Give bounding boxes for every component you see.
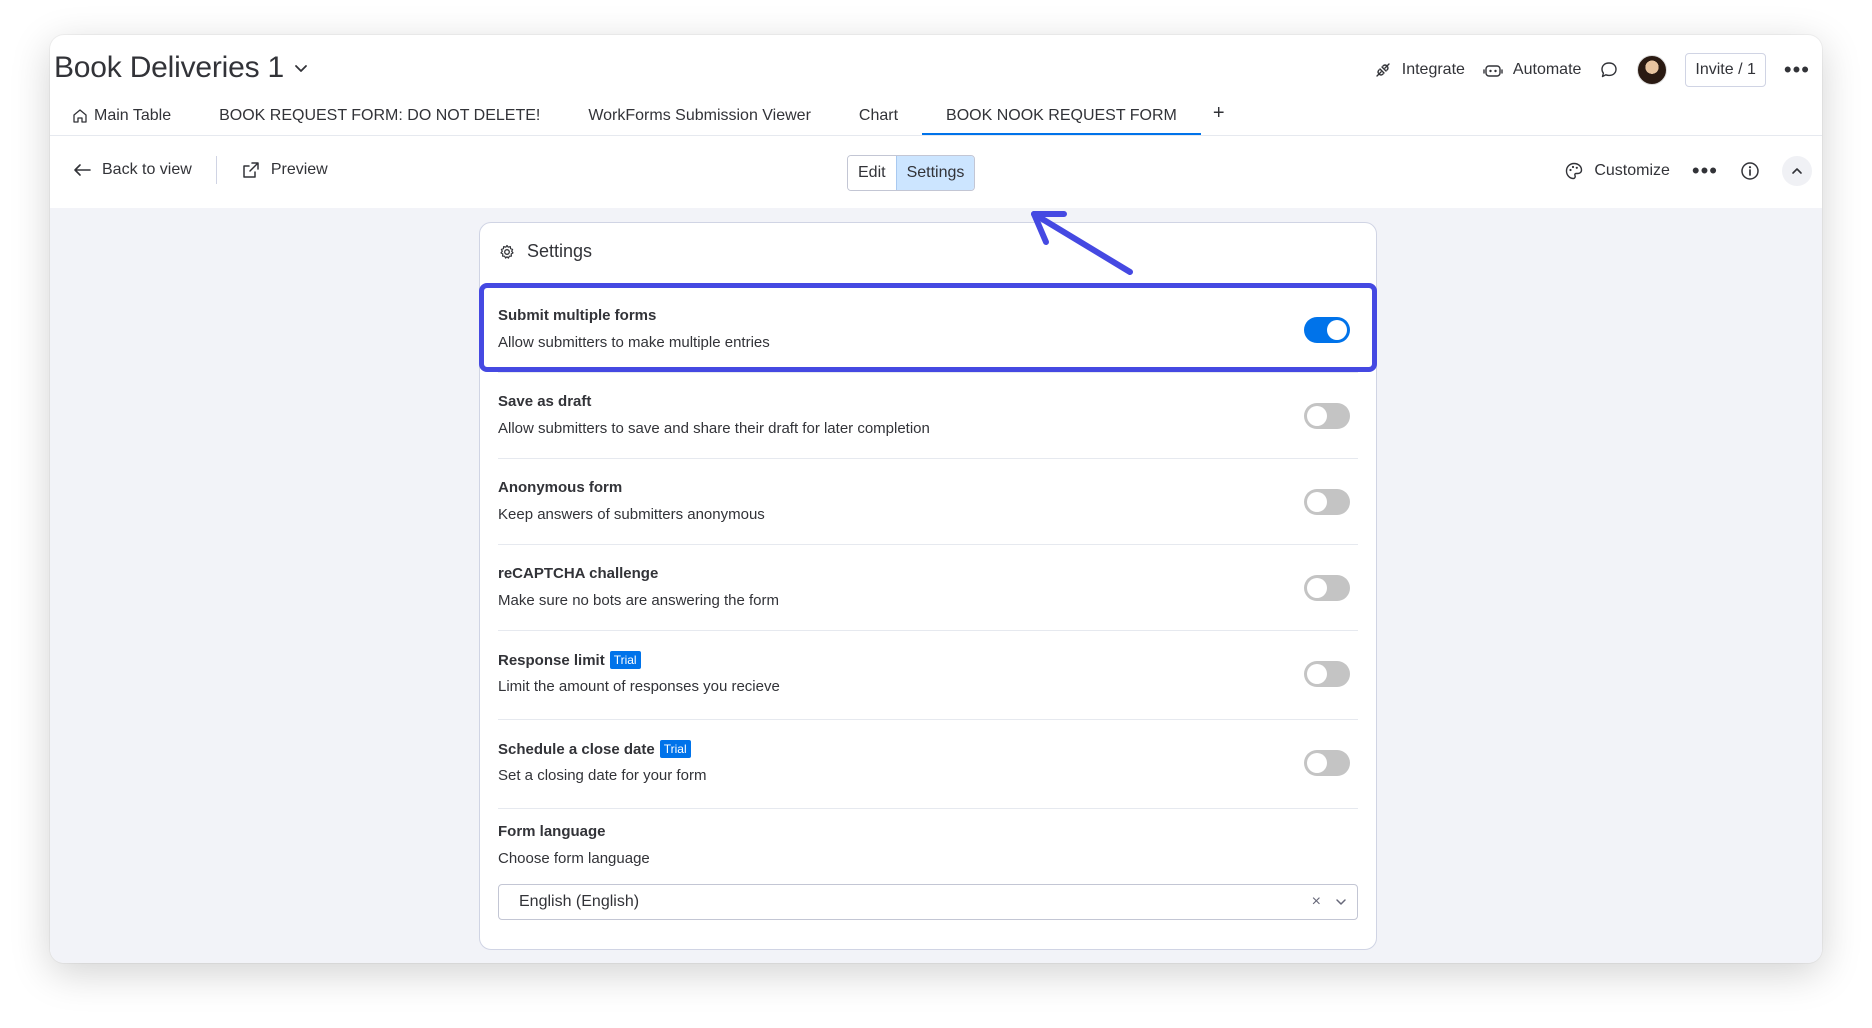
setting-description: Choose form language bbox=[498, 850, 650, 867]
chevron-down-icon[interactable] bbox=[1335, 896, 1347, 908]
tab-label: Main Table bbox=[94, 107, 172, 124]
schedule-close-date-toggle[interactable] bbox=[1304, 750, 1350, 776]
clear-icon[interactable]: × bbox=[1312, 893, 1321, 911]
toolbar-left: Back to view Preview bbox=[60, 156, 340, 184]
trial-badge: Trial bbox=[659, 740, 691, 758]
chevron-up-icon bbox=[1792, 168, 1802, 174]
automate-label: Automate bbox=[1512, 61, 1582, 78]
app-window: Book Deliveries 1 Integrate Automate Inv… bbox=[50, 35, 1822, 963]
home-icon bbox=[73, 109, 87, 123]
settings-title: Settings bbox=[527, 241, 593, 261]
toolbar-more-icon[interactable]: ••• bbox=[1692, 160, 1718, 182]
setting-description: Limit the amount of responses you reciev… bbox=[498, 678, 780, 695]
gear-icon bbox=[500, 244, 514, 259]
view-tabs: Main Table BOOK REQUEST FORM: DO NOT DEL… bbox=[72, 97, 1237, 135]
palette-icon bbox=[1566, 162, 1583, 180]
avatar[interactable] bbox=[1637, 55, 1668, 85]
setting-label: Save as draft bbox=[498, 393, 592, 410]
top-actions: Integrate Automate Invite / 1 ••• bbox=[1374, 53, 1810, 87]
highlight-box bbox=[479, 283, 1377, 372]
setting-form-language: Form language Choose form language Engli… bbox=[498, 823, 1358, 920]
setting-anonymous-form: Anonymous form Keep answers of submitter… bbox=[498, 459, 1358, 545]
board-title: Book Deliveries 1 bbox=[54, 51, 285, 84]
save-as-draft-toggle[interactable] bbox=[1304, 403, 1350, 429]
setting-description: Set a closing date for your form bbox=[498, 767, 707, 784]
customize-button[interactable]: Customize bbox=[1564, 161, 1670, 181]
setting-label: Response limit bbox=[498, 651, 605, 669]
recaptcha-toggle[interactable] bbox=[1304, 575, 1350, 601]
setting-recaptcha-challenge: reCAPTCHA challenge Make sure no bots ar… bbox=[498, 545, 1358, 631]
settings-button[interactable]: Settings bbox=[895, 156, 975, 190]
tab-label: WorkForms Submission Viewer bbox=[588, 107, 811, 124]
tab-label: BOOK REQUEST FORM: DO NOT DELETE! bbox=[219, 107, 541, 124]
setting-response-limit: Response limit Trial Limit the amount of… bbox=[498, 631, 1358, 720]
integrate-label: Integrate bbox=[1401, 61, 1465, 78]
more-options-icon[interactable]: ••• bbox=[1784, 59, 1810, 81]
back-to-view-button[interactable]: Back to view bbox=[60, 161, 204, 179]
preview-button[interactable]: Preview bbox=[229, 160, 340, 180]
settings-header: Settings bbox=[499, 241, 592, 262]
setting-label: reCAPTCHA challenge bbox=[498, 565, 659, 582]
customize-label: Customize bbox=[1594, 162, 1670, 179]
form-toolbar: Back to view Preview Edit Settings Custo… bbox=[50, 136, 1822, 208]
board-title-group[interactable]: Book Deliveries 1 bbox=[54, 51, 308, 85]
tab-main-table[interactable]: Main Table bbox=[72, 107, 195, 135]
chevron-down-icon bbox=[295, 65, 307, 72]
setting-description: Keep answers of submitters anonymous bbox=[498, 506, 765, 523]
arrow-left-icon bbox=[74, 164, 91, 176]
info-icon[interactable] bbox=[1740, 161, 1760, 181]
setting-label: Anonymous form bbox=[498, 479, 623, 496]
language-select[interactable]: English (English) × bbox=[498, 884, 1358, 920]
annotation-arrow-icon bbox=[1031, 211, 1133, 275]
tab-label: Chart bbox=[858, 107, 899, 124]
external-link-icon bbox=[243, 162, 259, 178]
setting-description: Allow submitters to save and share their… bbox=[498, 420, 930, 437]
board-header: Book Deliveries 1 Integrate Automate Inv… bbox=[50, 35, 1822, 135]
automate-button[interactable]: Automate bbox=[1483, 61, 1581, 79]
toolbar-right: Customize ••• bbox=[1564, 156, 1812, 186]
integrate-button[interactable]: Integrate bbox=[1374, 61, 1465, 79]
collapse-button[interactable] bbox=[1782, 156, 1812, 186]
setting-label: Form language bbox=[498, 823, 606, 840]
preview-label: Preview bbox=[270, 161, 328, 178]
invite-button[interactable]: Invite / 1 bbox=[1685, 53, 1766, 87]
back-to-view-label: Back to view bbox=[102, 161, 192, 178]
setting-schedule-close-date: Schedule a close date Trial Set a closin… bbox=[498, 720, 1358, 809]
add-view-button[interactable]: + bbox=[1201, 102, 1237, 135]
toolbar-divider bbox=[215, 156, 217, 184]
tab-book-request-form[interactable]: BOOK REQUEST FORM: DO NOT DELETE! bbox=[195, 107, 564, 135]
edit-settings-toggle: Edit Settings bbox=[847, 155, 976, 191]
setting-save-as-draft: Save as draft Allow submitters to save a… bbox=[498, 373, 1358, 459]
setting-description: Make sure no bots are answering the form bbox=[498, 592, 779, 609]
language-select-value: English (English) bbox=[519, 893, 640, 910]
setting-label: Schedule a close date bbox=[498, 740, 655, 758]
anonymous-form-toggle[interactable] bbox=[1304, 489, 1350, 515]
trial-badge: Trial bbox=[609, 651, 641, 669]
tab-book-nook-request-form[interactable]: BOOK NOOK REQUEST FORM bbox=[922, 107, 1201, 135]
response-limit-toggle[interactable] bbox=[1304, 661, 1350, 687]
robot-icon bbox=[1483, 65, 1503, 77]
chat-icon[interactable] bbox=[1599, 60, 1619, 80]
edit-button[interactable]: Edit bbox=[848, 156, 896, 190]
tab-label: BOOK NOOK REQUEST FORM bbox=[946, 107, 1177, 124]
tab-workforms-submission-viewer[interactable]: WorkForms Submission Viewer bbox=[564, 107, 835, 135]
integrate-icon bbox=[1376, 63, 1390, 77]
tab-chart[interactable]: Chart bbox=[835, 107, 922, 135]
